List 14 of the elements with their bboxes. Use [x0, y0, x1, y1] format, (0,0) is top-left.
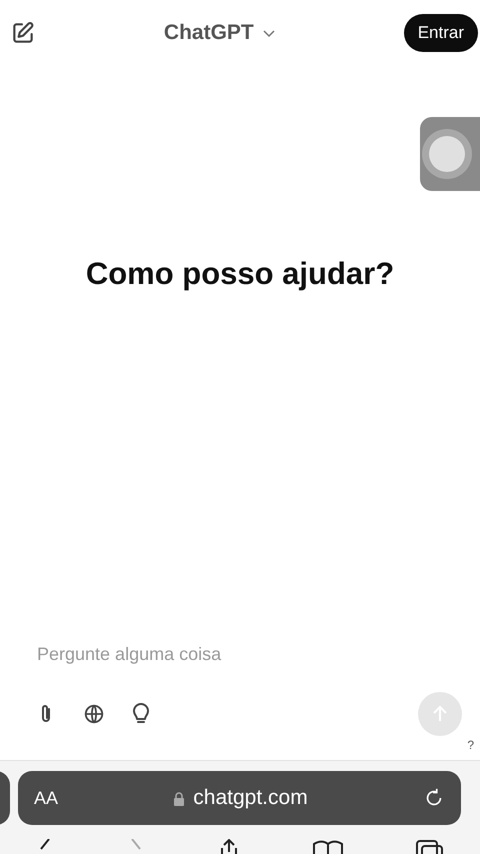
arrow-up-icon [431, 705, 449, 723]
url-text[interactable]: chatgpt.com [193, 782, 308, 814]
text-size-button[interactable]: AA [34, 784, 58, 812]
address-bar[interactable]: AA chatgpt.com [18, 771, 461, 825]
help-mark: ? [466, 737, 475, 752]
globe-icon[interactable] [83, 703, 105, 725]
lightbulb-icon[interactable] [131, 702, 151, 726]
login-button[interactable]: Entrar [404, 14, 478, 52]
app-title[interactable]: ChatGPT [164, 17, 254, 49]
bookmarks-icon[interactable] [312, 839, 344, 854]
lock-icon [173, 790, 186, 806]
heading: Como posso ajudar? [84, 255, 396, 293]
tabs-icon[interactable] [414, 839, 445, 854]
floating-button[interactable] [420, 117, 480, 191]
